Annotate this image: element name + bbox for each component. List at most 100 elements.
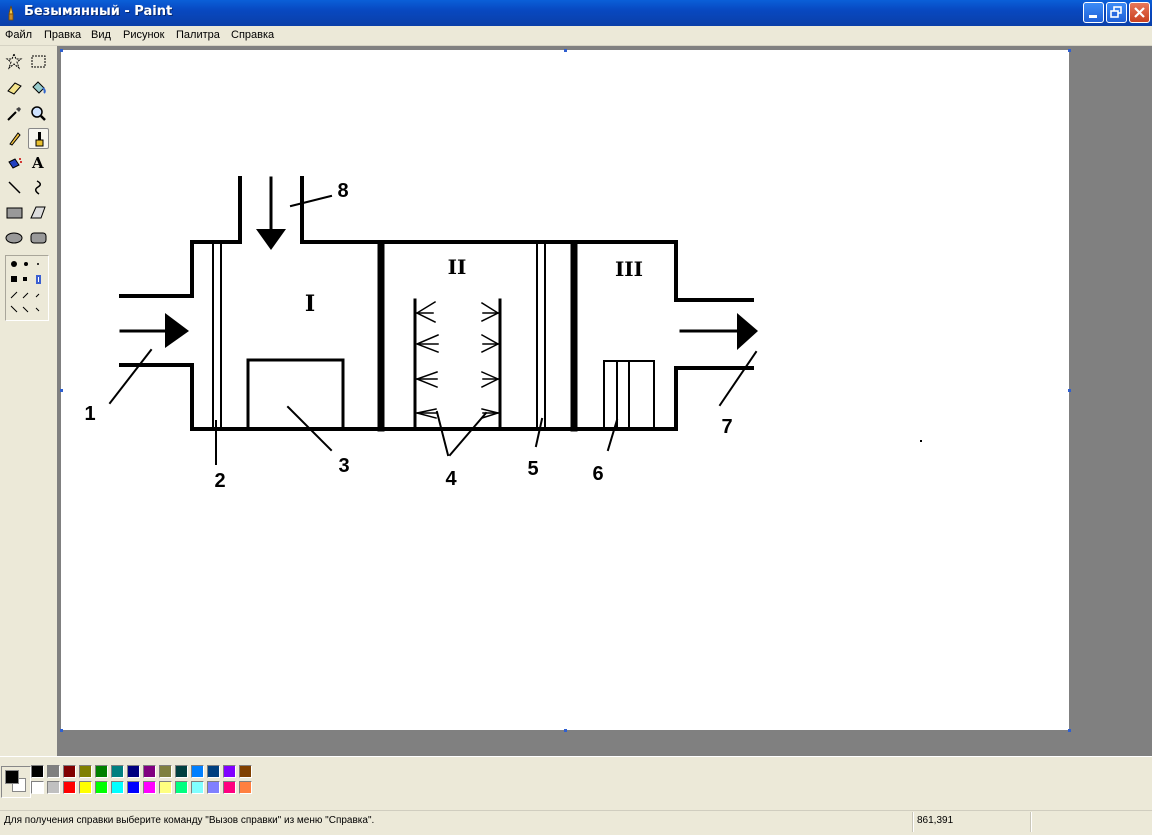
color-swatch[interactable] bbox=[223, 765, 236, 778]
resize-handle[interactable] bbox=[564, 729, 567, 732]
restore-button[interactable] bbox=[1106, 2, 1127, 23]
color-swatch[interactable] bbox=[143, 765, 156, 778]
restore-icon bbox=[1110, 6, 1122, 18]
color-swatch[interactable] bbox=[111, 781, 124, 794]
color-swatch[interactable] bbox=[79, 781, 92, 794]
color-swatch[interactable] bbox=[159, 765, 172, 778]
color-swatch[interactable] bbox=[47, 765, 60, 778]
color-swatch[interactable] bbox=[95, 781, 108, 794]
menu-bar: Файл Правка Вид Рисунок Палитра Справка bbox=[0, 26, 1152, 46]
tool-rectangle[interactable] bbox=[4, 202, 25, 223]
color-swatch[interactable] bbox=[207, 765, 220, 778]
zone-label-2: II bbox=[448, 255, 467, 279]
tool-free-select[interactable] bbox=[4, 51, 25, 72]
color-palette bbox=[0, 756, 1152, 811]
color-swatch[interactable] bbox=[63, 781, 76, 794]
foreground-color bbox=[5, 770, 19, 784]
color-swatch[interactable] bbox=[207, 781, 220, 794]
brush-shape-options[interactable] bbox=[5, 255, 49, 321]
outlet-arrowhead bbox=[737, 313, 758, 350]
tool-text[interactable]: A bbox=[28, 153, 49, 174]
tool-select[interactable] bbox=[28, 51, 49, 72]
tool-polygon[interactable] bbox=[28, 202, 49, 223]
minimize-icon bbox=[1089, 15, 1097, 18]
color-swatch[interactable] bbox=[223, 781, 236, 794]
tool-ellipse[interactable] bbox=[4, 227, 25, 248]
color-swatch[interactable] bbox=[239, 765, 252, 778]
tool-pick-color[interactable] bbox=[4, 103, 25, 124]
zone-label-3: III bbox=[615, 257, 643, 281]
tool-rounded-rect[interactable] bbox=[28, 227, 49, 248]
line-icon bbox=[8, 181, 21, 194]
color-swatch[interactable] bbox=[31, 781, 44, 794]
color-swatch[interactable] bbox=[47, 781, 60, 794]
menu-help[interactable]: Справка bbox=[231, 29, 274, 41]
label-4: 4 bbox=[445, 468, 457, 490]
heater-box bbox=[246, 358, 345, 431]
tool-line[interactable] bbox=[4, 177, 25, 198]
tool-fill[interactable] bbox=[28, 77, 49, 98]
color-swatch[interactable] bbox=[95, 765, 108, 778]
label-6: 6 bbox=[592, 463, 603, 485]
tool-eraser[interactable] bbox=[4, 77, 25, 98]
intake-duct bbox=[300, 176, 754, 302]
resize-handle bbox=[60, 729, 63, 732]
current-colors[interactable] bbox=[1, 766, 31, 798]
status-divider bbox=[1030, 812, 1032, 832]
title-bar: Безымянный - Paint bbox=[0, 0, 1152, 26]
rectangle-icon bbox=[6, 207, 23, 219]
color-swatch[interactable] bbox=[111, 765, 124, 778]
intake-arrowhead bbox=[256, 229, 286, 250]
color-swatch[interactable] bbox=[175, 765, 188, 778]
inlet-arrowhead bbox=[165, 313, 189, 348]
cursor-coords: 861,391 bbox=[917, 815, 954, 826]
resize-handle bbox=[564, 49, 567, 52]
paint-app-icon bbox=[8, 5, 14, 21]
resize-handle bbox=[60, 389, 63, 392]
menu-view[interactable]: Вид bbox=[91, 29, 111, 41]
color-swatch[interactable] bbox=[31, 765, 44, 778]
tool-magnifier[interactable] bbox=[28, 103, 49, 124]
curve-icon bbox=[35, 180, 41, 195]
drawing-canvas[interactable]: I II III 1 2 3 4 5 6 7 8 bbox=[61, 50, 1069, 730]
menu-image[interactable]: Рисунок bbox=[123, 29, 165, 41]
color-swatch[interactable] bbox=[127, 781, 140, 794]
zone-label-1: I bbox=[305, 291, 315, 317]
minimize-button[interactable] bbox=[1083, 2, 1104, 23]
text-icon: A bbox=[32, 154, 44, 172]
color-swatch[interactable] bbox=[63, 765, 76, 778]
resize-handle[interactable] bbox=[1068, 729, 1071, 732]
workspace: I II III 1 2 3 4 5 6 7 8 bbox=[57, 46, 1152, 756]
tool-curve[interactable] bbox=[28, 177, 49, 198]
tool-brush[interactable] bbox=[28, 128, 49, 149]
eraser-icon bbox=[7, 82, 22, 95]
color-swatch[interactable] bbox=[191, 765, 204, 778]
drawing-diagram: I II III 1 2 3 4 5 6 7 8 bbox=[84, 176, 922, 492]
menu-edit[interactable]: Правка bbox=[44, 29, 81, 41]
menu-palette[interactable]: Палитра bbox=[176, 29, 220, 41]
label-7: 7 bbox=[721, 416, 732, 438]
polygon-icon bbox=[30, 206, 46, 219]
label-2: 2 bbox=[214, 470, 225, 492]
ellipse-icon bbox=[5, 232, 23, 244]
color-swatch[interactable] bbox=[127, 765, 140, 778]
color-swatch[interactable] bbox=[175, 781, 188, 794]
tool-pencil[interactable] bbox=[4, 128, 25, 149]
close-icon bbox=[1134, 7, 1145, 18]
color-swatch[interactable] bbox=[79, 765, 92, 778]
resize-handle[interactable] bbox=[1068, 389, 1071, 392]
color-swatch[interactable] bbox=[143, 781, 156, 794]
label-8: 8 bbox=[337, 180, 348, 202]
close-button[interactable] bbox=[1129, 2, 1150, 23]
window-title: Безымянный - Paint bbox=[24, 4, 173, 19]
menu-file[interactable]: Файл bbox=[5, 29, 32, 41]
star-select-icon bbox=[5, 52, 23, 70]
resize-handle bbox=[60, 49, 63, 52]
color-swatch[interactable] bbox=[159, 781, 172, 794]
paint-bucket-icon bbox=[32, 81, 46, 94]
color-swatch[interactable] bbox=[239, 781, 252, 794]
inlet-duct-bottom bbox=[119, 363, 754, 431]
rounded-rect-icon bbox=[30, 232, 47, 244]
color-swatch[interactable] bbox=[191, 781, 204, 794]
tool-airbrush[interactable] bbox=[4, 153, 25, 174]
